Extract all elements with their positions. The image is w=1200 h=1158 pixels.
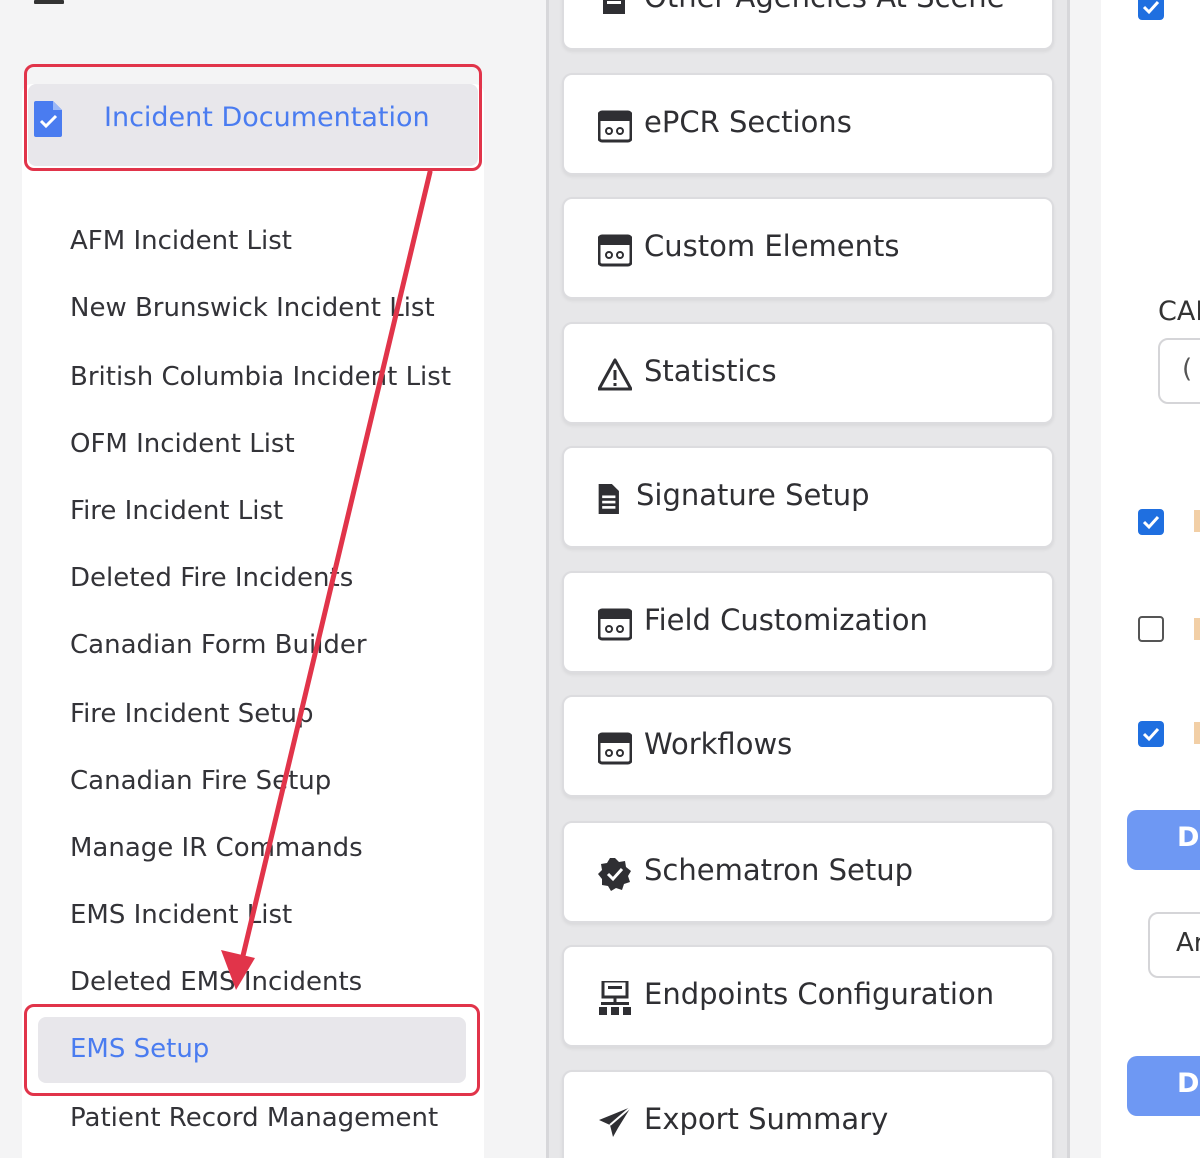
- field-label-stub: [1194, 722, 1200, 744]
- calendar-icon: [598, 110, 632, 143]
- sidebar-section-title: Incident Documentation: [104, 102, 430, 133]
- card-label: Other Agencies At Scene: [644, 0, 1005, 14]
- sidebar-item-afm-incident-list[interactable]: AFM Incident List: [70, 223, 292, 259]
- card-label: Schematron Setup: [644, 853, 914, 887]
- checkbox-checked[interactable]: [1138, 0, 1164, 20]
- card-label: Custom Elements: [644, 229, 900, 263]
- cad-input-value: (: [1182, 354, 1193, 384]
- button-label: D: [1177, 822, 1200, 853]
- checkbox-checked[interactable]: [1138, 509, 1164, 535]
- text-input[interactable]: Ar: [1148, 912, 1200, 978]
- card-endpoints-configuration[interactable]: Endpoints Configuration: [562, 945, 1054, 1047]
- card-label: Endpoints Configuration: [644, 977, 995, 1011]
- document-icon: [598, 484, 619, 514]
- button-label: D: [1177, 1068, 1200, 1099]
- sidebar-item-deleted-ems-incidents[interactable]: Deleted EMS Incidents: [70, 964, 362, 1000]
- calendar-icon: [598, 732, 632, 765]
- warning-icon: [598, 358, 632, 391]
- document-check-icon: [34, 101, 62, 137]
- card-other-agencies-at-scene[interactable]: Other Agencies At Scene: [562, 0, 1054, 50]
- checkmark-icon: [1142, 727, 1160, 742]
- sidebar-item-canadian-form-builder[interactable]: Canadian Form Builder: [70, 627, 367, 663]
- card-custom-elements[interactable]: Custom Elements: [562, 197, 1054, 299]
- card-label: Field Customization: [644, 603, 928, 637]
- sidebar-item-patient-record-management[interactable]: Patient Record Management: [70, 1100, 438, 1136]
- network-icon: [599, 981, 631, 1015]
- sidebar-item-ems-setup[interactable]: EMS Setup: [70, 1031, 209, 1067]
- checkbox-checked[interactable]: [1138, 721, 1164, 747]
- card-export-summary[interactable]: Export Summary: [562, 1070, 1054, 1158]
- primary-button[interactable]: D: [1127, 1056, 1200, 1116]
- cad-input[interactable]: (: [1158, 338, 1200, 404]
- card-label: Workflows: [644, 727, 793, 761]
- primary-button[interactable]: D: [1127, 810, 1200, 870]
- sidebar-item-ems-incident-list[interactable]: EMS Incident List: [70, 897, 292, 933]
- sidebar-item-fire-incident-setup[interactable]: Fire Incident Setup: [70, 696, 313, 732]
- sidebar-item-manage-ir-commands[interactable]: Manage IR Commands: [70, 830, 363, 866]
- card-schematron-setup[interactable]: Schematron Setup: [562, 821, 1054, 923]
- document-icon: [603, 0, 625, 14]
- sidebar-item-new-brunswick-incident-list[interactable]: New Brunswick Incident List: [70, 290, 435, 326]
- sidebar-section-incident-documentation[interactable]: Incident Documentation: [28, 84, 478, 166]
- text-input-value: Ar: [1176, 928, 1200, 958]
- card-label: Export Summary: [644, 1102, 889, 1136]
- sidebar-item-canadian-fire-setup[interactable]: Canadian Fire Setup: [70, 763, 331, 799]
- badge-check-icon: [598, 858, 631, 891]
- paper-plane-icon: [599, 1106, 632, 1137]
- checkmark-icon: [1142, 515, 1160, 530]
- calendar-icon: [598, 608, 632, 641]
- calendar-icon: [598, 234, 632, 267]
- sidebar-item-fire-incident-list[interactable]: Fire Incident List: [70, 493, 283, 529]
- card-label: Signature Setup: [636, 478, 870, 512]
- card-workflows[interactable]: Workflows: [562, 695, 1054, 797]
- detail-panel: [1101, 0, 1200, 1158]
- sidebar-item-ofm-incident-list[interactable]: OFM Incident List: [70, 426, 295, 462]
- card-epcr-sections[interactable]: ePCR Sections: [562, 73, 1054, 175]
- sidebar-item-british-columbia-incident-list[interactable]: British Columbia Incident List: [70, 359, 451, 395]
- cad-field-label: CAI: [1158, 296, 1200, 327]
- field-label-stub: [1194, 510, 1200, 532]
- checkbox-unchecked[interactable]: [1138, 616, 1164, 642]
- field-label-stub: [1194, 618, 1200, 640]
- hamburger-menu-icon[interactable]: [34, 0, 64, 4]
- card-field-customization[interactable]: Field Customization: [562, 571, 1054, 673]
- card-label: Statistics: [644, 354, 777, 388]
- card-statistics[interactable]: Statistics: [562, 322, 1054, 424]
- card-signature-setup[interactable]: Signature Setup: [562, 446, 1054, 548]
- checkmark-icon: [1142, 0, 1160, 15]
- sidebar-item-deleted-fire-incidents[interactable]: Deleted Fire Incidents: [70, 560, 353, 596]
- card-label: ePCR Sections: [644, 105, 852, 139]
